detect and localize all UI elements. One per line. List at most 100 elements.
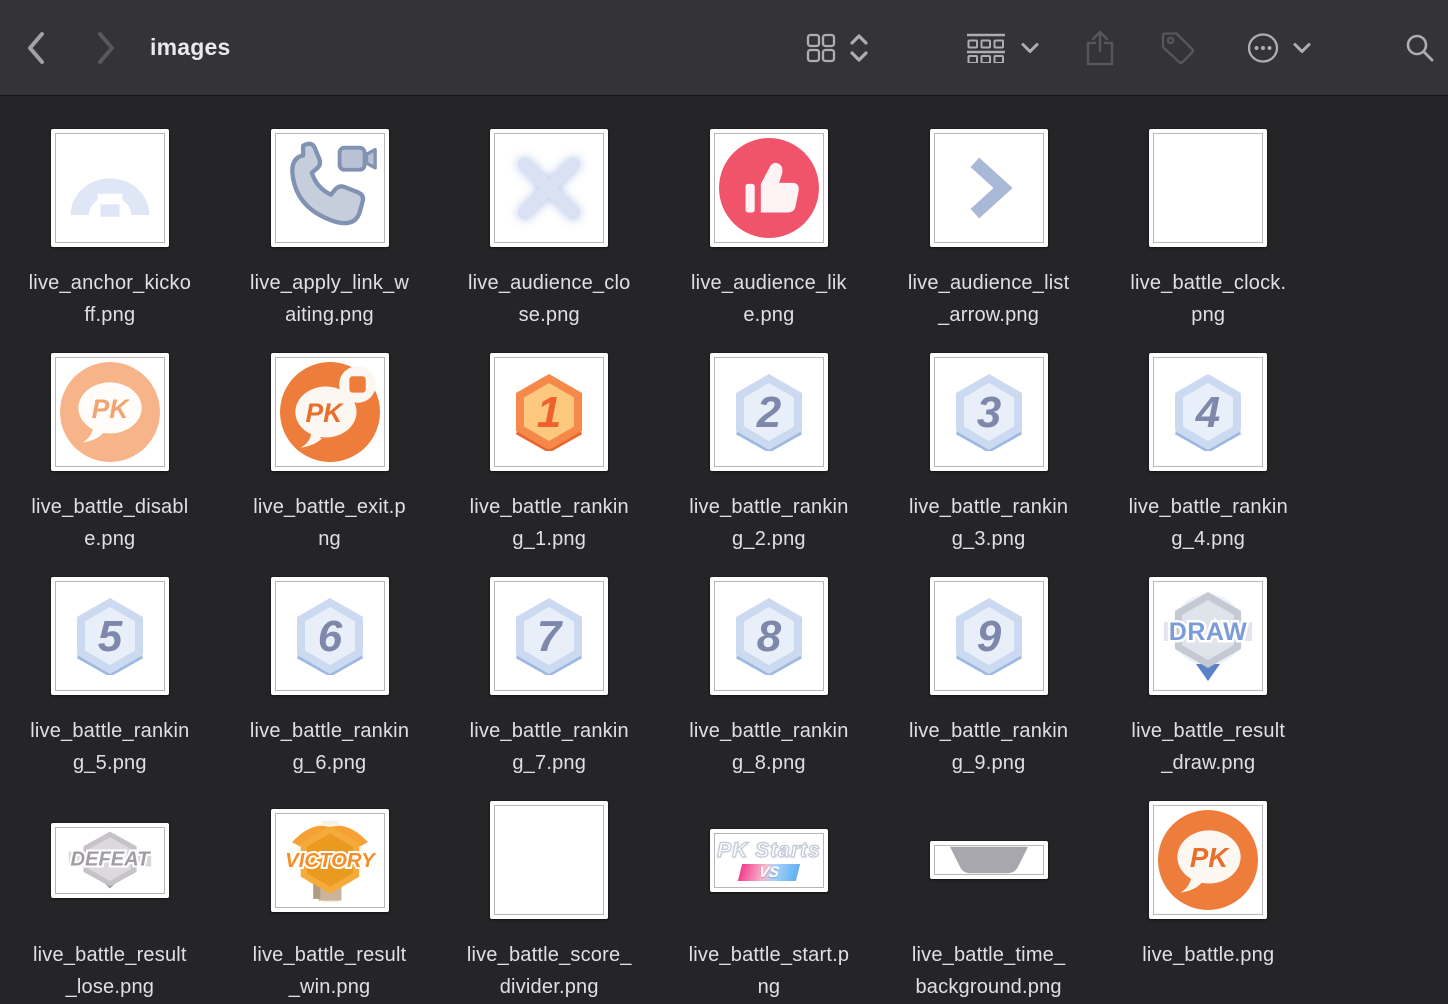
file-thumbnail[interactable]: PK Starts VS	[710, 829, 828, 892]
file-item[interactable]: live_audience_list_arrow.png	[879, 129, 1099, 331]
rank-hexagon-blue-icon: 2	[735, 373, 803, 451]
svg-text:4: 4	[1195, 388, 1220, 437]
finder-window: images	[0, 0, 1448, 1004]
file-thumbnail[interactable]	[51, 129, 169, 247]
rank-hexagon-orange-icon: 1	[515, 373, 583, 451]
file-item[interactable]: PK live_battle.png	[1098, 801, 1318, 1003]
file-name[interactable]: live_battle_ranking_1.png	[470, 491, 629, 555]
file-thumbnail[interactable]	[1149, 129, 1267, 247]
file-thumbnail[interactable]	[710, 129, 828, 247]
file-name[interactable]: live_battle_result_win.png	[253, 939, 407, 1003]
file-name[interactable]: live_battle_ranking_3.png	[909, 491, 1068, 555]
file-name[interactable]: live_battle_result_lose.png	[33, 939, 187, 1003]
file-item[interactable]: live_battle_clock.png	[1098, 129, 1318, 331]
file-name[interactable]: live_battle_disable.png	[31, 491, 188, 555]
file-thumbnail[interactable]: 5	[51, 577, 169, 695]
group-view-button[interactable]	[964, 0, 1008, 95]
svg-text:PK: PK	[305, 398, 344, 428]
file-item[interactable]: live_apply_link_waiting.png	[220, 129, 440, 331]
file-name[interactable]: live_battle_ranking_6.png	[250, 715, 409, 779]
file-name[interactable]: live_battle.png	[1142, 939, 1274, 971]
file-name[interactable]: live_battle_ranking_5.png	[30, 715, 189, 779]
file-thumbnail[interactable]: 7	[490, 577, 608, 695]
toolbar: images	[0, 0, 1448, 96]
file-name[interactable]: live_battle_ranking_8.png	[689, 715, 848, 779]
svg-text:2: 2	[756, 388, 782, 437]
file-name[interactable]: live_battle_ranking_9.png	[909, 715, 1068, 779]
file-thumbnail[interactable]: DEFEAT	[51, 823, 169, 898]
file-item[interactable]: live_audience_close.png	[439, 129, 659, 331]
svg-text:9: 9	[976, 612, 1001, 661]
file-name[interactable]: live_audience_list_arrow.png	[908, 267, 1069, 331]
file-name[interactable]: live_audience_like.png	[691, 267, 847, 331]
back-button[interactable]	[18, 0, 54, 95]
file-item[interactable]: 1 live_battle_ranking_1.png	[439, 353, 659, 555]
file-thumbnail[interactable]: 1	[490, 353, 608, 471]
file-item[interactable]: live_anchor_kickoff.png	[0, 129, 220, 331]
file-name[interactable]: live_audience_close.png	[468, 267, 630, 331]
file-name[interactable]: live_battle_result_draw.png	[1131, 715, 1285, 779]
more-circle-icon	[1246, 32, 1280, 64]
file-item[interactable]: live_battle_score_divider.png	[439, 801, 659, 1003]
file-thumbnail[interactable]	[930, 129, 1048, 247]
file-name[interactable]: live_battle_ranking_2.png	[689, 491, 848, 555]
view-grid-button[interactable]	[804, 0, 838, 95]
svg-text:1: 1	[537, 388, 561, 437]
file-thumbnail[interactable]: 8	[710, 577, 828, 695]
file-item[interactable]: DRAW live_battle_result_draw.png	[1098, 577, 1318, 779]
svg-text:DRAW: DRAW	[1169, 618, 1247, 646]
victory-badge-icon: VICTORY	[276, 814, 384, 906]
file-thumbnail[interactable]	[490, 801, 608, 919]
file-name[interactable]: live_battle_time_background.png	[912, 939, 1066, 1003]
search-button[interactable]	[1402, 0, 1438, 95]
file-thumbnail[interactable]: 2	[710, 353, 828, 471]
file-item[interactable]: 4 live_battle_ranking_4.png	[1098, 353, 1318, 555]
file-item[interactable]: 5 live_battle_ranking_5.png	[0, 577, 220, 779]
file-item[interactable]: 9 live_battle_ranking_9.png	[879, 577, 1099, 779]
file-name[interactable]: live_battle_score_divider.png	[467, 939, 632, 1003]
file-thumbnail[interactable]: VICTORY	[271, 809, 389, 912]
file-name[interactable]: live_battle_start.png	[689, 939, 850, 1003]
file-item[interactable]: PK Starts VS live_battle_start.png	[659, 801, 879, 1003]
file-thumbnail[interactable]: PK	[1149, 801, 1267, 919]
file-name[interactable]: live_battle_ranking_4.png	[1129, 491, 1288, 555]
file-item[interactable]: PK live_battle_disable.png	[0, 353, 220, 555]
file-thumbnail[interactable]: 6	[271, 577, 389, 695]
view-sort-button[interactable]	[846, 0, 872, 95]
group-rows-icon	[967, 33, 1005, 63]
file-item[interactable]: 7 live_battle_ranking_7.png	[439, 577, 659, 779]
file-thumbnail[interactable]: 4	[1149, 353, 1267, 471]
pk-bubble-faded-icon: PK	[59, 361, 161, 463]
file-thumbnail[interactable]: 9	[930, 577, 1048, 695]
file-item[interactable]: VICTORY live_battle_result_win.png	[220, 801, 440, 1003]
sort-updown-icon	[848, 32, 870, 64]
file-name[interactable]: live_apply_link_waiting.png	[250, 267, 409, 331]
more-menu-button[interactable]	[1290, 0, 1314, 95]
file-thumbnail[interactable]: PK	[271, 353, 389, 471]
file-name[interactable]: live_battle_ranking_7.png	[470, 715, 629, 779]
file-thumbnail[interactable]: 3	[930, 353, 1048, 471]
file-item[interactable]: 6 live_battle_ranking_6.png	[220, 577, 440, 779]
file-thumbnail[interactable]	[490, 129, 608, 247]
forward-button[interactable]	[88, 0, 124, 95]
pk-bubble-icon: PK	[1157, 809, 1259, 911]
rank-hexagon-blue-icon: 9	[955, 597, 1023, 675]
file-item[interactable]: 3 live_battle_ranking_3.png	[879, 353, 1099, 555]
file-item[interactable]: DEFEAT live_battle_result_lose.png	[0, 801, 220, 1003]
file-thumbnail[interactable]: PK	[51, 353, 169, 471]
share-button[interactable]	[1082, 0, 1118, 95]
file-item[interactable]: PK live_battle_exit.png	[220, 353, 440, 555]
more-actions-button[interactable]	[1244, 0, 1282, 95]
file-thumbnail[interactable]	[930, 841, 1048, 879]
file-thumbnail[interactable]: DRAW	[1149, 577, 1267, 695]
group-menu-button[interactable]	[1018, 0, 1042, 95]
file-name[interactable]: live_battle_clock.png	[1130, 267, 1286, 331]
file-thumbnail[interactable]	[271, 129, 389, 247]
file-item[interactable]: live_audience_like.png	[659, 129, 879, 331]
file-name[interactable]: live_anchor_kickoff.png	[29, 267, 191, 331]
file-item[interactable]: 8 live_battle_ranking_8.png	[659, 577, 879, 779]
file-item[interactable]: 2 live_battle_ranking_2.png	[659, 353, 879, 555]
file-name[interactable]: live_battle_exit.png	[253, 491, 406, 555]
file-item[interactable]: live_battle_time_background.png	[879, 801, 1099, 1003]
tags-button[interactable]	[1158, 0, 1198, 95]
